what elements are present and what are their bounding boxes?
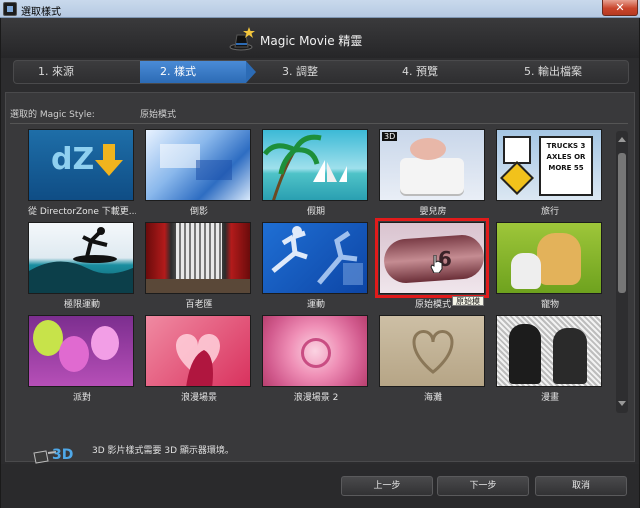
tile-label: 漫畫	[540, 393, 559, 403]
palm-sailboat-scene	[263, 134, 347, 200]
tile-reflection[interactable]: 倒影	[145, 129, 253, 217]
tile-travel[interactable]: TRUCKS 3 AXLES OR MORE 55 旅行	[496, 129, 604, 217]
divider	[10, 123, 628, 124]
title-bar: 選取樣式 ✕	[0, 0, 640, 18]
magic-hat-icon	[229, 27, 255, 51]
dialog-window: Magic Movie 精靈 1. 來源 2. 樣式 3. 調整 4. 預覽 5…	[0, 18, 640, 508]
scrollbar[interactable]	[616, 131, 628, 413]
tile-label: 假期	[306, 207, 325, 217]
surfer-silhouette	[29, 227, 133, 293]
tile-original[interactable]: 6 原始模式 原始模	[375, 218, 489, 310]
thumbnail: 3D	[379, 129, 485, 201]
thumbnail	[145, 315, 251, 387]
directorzone-logo: dZ	[51, 142, 95, 177]
thumbnail	[28, 222, 134, 294]
tile-label: 運動	[306, 300, 325, 310]
footer: 上一步 下一步 取消	[1, 464, 639, 508]
scroll-up-icon[interactable]	[618, 137, 626, 142]
tile-label: 海灘	[423, 393, 442, 403]
tile-party[interactable]: 派對	[28, 315, 136, 403]
balloon	[59, 336, 89, 372]
thumbnail: TRUCKS 3 AXLES OR MORE 55	[496, 129, 602, 201]
thumbnail	[262, 222, 368, 294]
header: Magic Movie 精靈	[1, 18, 639, 58]
scroll-down-icon[interactable]	[618, 401, 626, 406]
app-icon	[3, 2, 17, 16]
tile-pets[interactable]: 寵物	[496, 222, 604, 310]
thumbnail	[496, 315, 602, 387]
tile-label: 從 DirectorZone 下載更...	[28, 207, 136, 217]
tile-romance-2[interactable]: 浪漫場景 2	[262, 315, 370, 403]
prev-button[interactable]: 上一步	[341, 476, 433, 496]
selected-style-value: 原始模式	[140, 110, 177, 120]
step-source[interactable]: 1. 來源	[38, 61, 74, 83]
3d-glasses-icon: 3D	[33, 447, 73, 464]
tile-label: 旅行	[540, 207, 559, 217]
tile-label: 寵物	[540, 300, 559, 310]
sand-heart	[412, 330, 454, 374]
tile-label: 極限運動	[63, 300, 100, 310]
close-button[interactable]: ✕	[602, 0, 638, 16]
tile-label: 百老匯	[185, 300, 213, 310]
figure	[509, 324, 541, 384]
tile-romance[interactable]: 浪漫場景	[145, 315, 253, 403]
app-name: Magic Movie 精靈	[260, 34, 363, 48]
figure	[553, 328, 587, 384]
window-title: 選取樣式	[21, 7, 61, 18]
download-arrow-icon	[95, 144, 123, 176]
thumbnail	[379, 315, 485, 387]
tile-label: 浪漫場景 2	[293, 393, 339, 403]
tile-label: 倒影	[189, 207, 208, 217]
thumbnail	[28, 315, 134, 387]
rose-center	[301, 338, 331, 368]
tile-extreme-sports[interactable]: 極限運動	[28, 222, 136, 310]
tile-sports[interactable]: 運動	[262, 222, 370, 310]
balloon	[91, 326, 119, 360]
tile-broadway[interactable]: 百老匯	[145, 222, 253, 310]
thumbnail	[262, 315, 368, 387]
tile-label: 浪漫場景	[180, 393, 217, 403]
step-bar: 1. 來源 2. 樣式 3. 調整 4. 預覽 5. 輸出檔案	[13, 60, 629, 84]
thumbnail	[145, 222, 251, 294]
tile-nursery[interactable]: 3D 嬰兒房	[379, 129, 487, 217]
hearts-couple	[176, 334, 220, 386]
3d-badge: 3D	[382, 132, 398, 141]
road-sign: TRUCKS 3 AXLES OR MORE 55	[539, 136, 593, 196]
step-style[interactable]: 2. 樣式	[140, 61, 246, 83]
step-preview[interactable]: 4. 預覽	[402, 61, 438, 83]
step-output[interactable]: 5. 輸出檔案	[524, 61, 582, 83]
scroll-thumb[interactable]	[618, 153, 626, 293]
thumbnail	[145, 129, 251, 201]
kitten	[511, 253, 541, 289]
tile-label: 嬰兒房	[419, 207, 447, 217]
3d-note: 3D 影片樣式需要 3D 顯示器環境。	[92, 446, 234, 456]
tile-holiday[interactable]: 假期	[262, 129, 370, 217]
step-arrow	[246, 61, 256, 83]
thumbnail: dZ	[28, 129, 134, 201]
style-grid: dZ 從 DirectorZone 下載更... 倒影 假期 3D 嬰兒房 TR…	[6, 129, 614, 419]
thumbnail	[262, 129, 368, 201]
thumbnail: 6	[375, 218, 489, 298]
style-panel: 選取的 Magic Style: 原始模式 dZ 從 DirectorZone …	[5, 92, 635, 464]
tile-label: 派對	[72, 393, 91, 403]
tooltip: 原始模	[452, 296, 484, 306]
snowboarder-silhouette	[271, 226, 363, 285]
hand-cursor-icon	[430, 255, 443, 273]
thumbnail	[496, 222, 602, 294]
step-adjust[interactable]: 3. 調整	[282, 61, 318, 83]
puppy	[537, 233, 581, 285]
selected-style-label: 選取的 Magic Style:	[10, 110, 95, 120]
3d-icon-text: 3D	[52, 447, 73, 463]
tile-beach[interactable]: 海灘	[379, 315, 487, 403]
cancel-button[interactable]: 取消	[535, 476, 627, 496]
tile-directorzone[interactable]: dZ 從 DirectorZone 下載更...	[28, 129, 136, 217]
next-button[interactable]: 下一步	[437, 476, 529, 496]
tile-comic[interactable]: 漫畫	[496, 315, 604, 403]
